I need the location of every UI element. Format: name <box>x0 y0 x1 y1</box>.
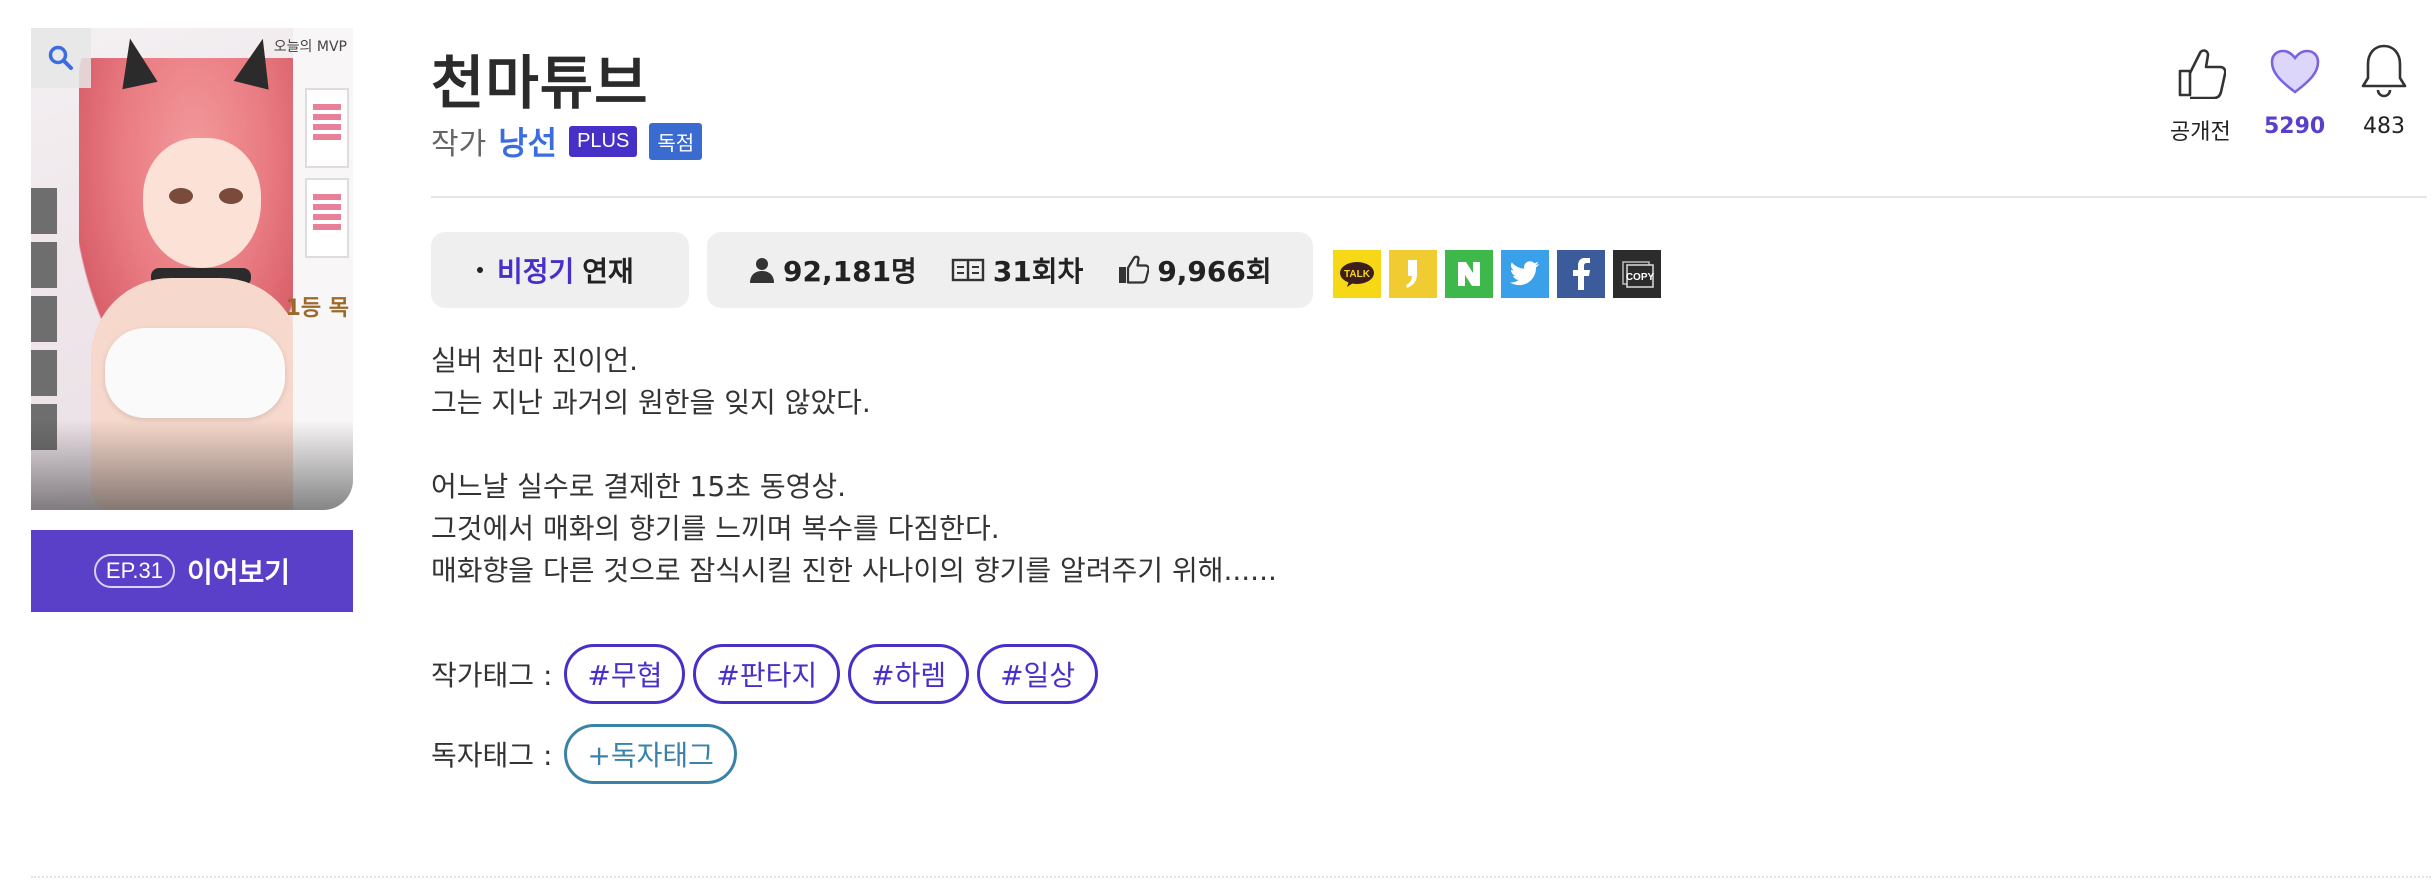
synopsis-line: 매화향을 다른 것으로 잠식시킬 진한 사나이의 향기를 알려주기 위해....… <box>431 554 1277 587</box>
episode-badge: EP.31 <box>93 554 176 588</box>
cover-poster <box>305 178 349 258</box>
cover-eye-right <box>219 188 243 204</box>
facebook-icon <box>1573 258 1590 290</box>
cover-rank-text: 1등 목 <box>285 296 349 321</box>
notify-action[interactable]: 483 <box>2356 40 2412 139</box>
exclusive-badge: 독점 <box>649 122 703 160</box>
tag-fantasy[interactable]: #판타지 <box>693 644 841 704</box>
continue-reading-button[interactable]: EP.31 이어보기 <box>31 530 353 612</box>
views-count: 92,181명 <box>783 255 917 288</box>
bell-icon[interactable] <box>2356 40 2412 104</box>
kakaotalk-icon: TALK <box>1340 262 1374 287</box>
cover-top <box>105 328 285 418</box>
book-icon <box>951 258 985 282</box>
author-tags-label: 작가태그 : <box>431 659 553 692</box>
share-facebook-button[interactable] <box>1557 250 1605 298</box>
add-reader-tag-button[interactable]: +독자태그 <box>564 724 737 784</box>
copy-icon: COPY <box>1622 261 1655 288</box>
cover-panel <box>31 350 57 396</box>
cover-face <box>143 138 261 268</box>
page-title: 천마튜브 <box>431 49 649 117</box>
tag-martial-arts[interactable]: #무협 <box>564 644 686 704</box>
favorite-action[interactable]: 5290 <box>2264 40 2325 139</box>
heart-icon[interactable] <box>2267 40 2323 104</box>
thumbs-up-icon <box>1119 255 1150 284</box>
tag-harem[interactable]: #하렘 <box>848 644 970 704</box>
search-icon <box>48 45 73 70</box>
reader-tags-label: 독자태그 : <box>431 739 553 772</box>
share-copy-button[interactable]: COPY <box>1613 250 1661 298</box>
cover-poster <box>305 88 349 168</box>
cover-panel <box>31 188 57 234</box>
share-naver-button[interactable] <box>1445 250 1493 298</box>
recommend-stat: 9,966회 <box>1117 250 1272 290</box>
cover-corner-text: 오늘의 MVP <box>273 39 347 55</box>
like-status: 공개전 <box>2170 120 2231 145</box>
notify-count: 483 <box>2363 114 2405 139</box>
synopsis-line: 실버 천마 진이언. <box>431 344 639 377</box>
synopsis-line: 그는 지난 과거의 원한을 잊지 않았다. <box>431 386 871 419</box>
synopsis-line <box>431 424 1831 466</box>
share-bar: TALK COPY <box>1333 250 1661 298</box>
continue-label: 이어보기 <box>187 556 291 589</box>
favorite-count: 5290 <box>2264 114 2326 139</box>
cover-eye-left <box>169 188 193 204</box>
author-prefix: 작가 <box>431 127 487 162</box>
episodes-stat: 31회차 <box>951 250 1084 290</box>
author-row: 작가 낭선 PLUS 독점 <box>431 118 703 164</box>
header-divider <box>431 196 2427 198</box>
share-twitter-button[interactable] <box>1501 250 1549 298</box>
synopsis-line: 어느날 실수로 결제한 15초 동영상. <box>431 470 847 503</box>
like-action[interactable]: 공개전 <box>2170 40 2231 146</box>
zoom-search-button[interactable] <box>31 28 91 88</box>
synopsis: 실버 천마 진이언. 그는 지난 과거의 원한을 잊지 않았다. 어느날 실수로… <box>431 340 1831 592</box>
section-divider <box>31 876 2431 878</box>
person-icon <box>750 258 774 283</box>
share-kakaostory-button[interactable] <box>1389 250 1437 298</box>
stats-pill: 92,181명 31회차 9,966회 <box>707 232 1313 308</box>
cover-chair <box>31 420 353 510</box>
views-stat: 92,181명 <box>749 250 917 290</box>
bullet-dot <box>477 267 483 273</box>
cover-image[interactable]: 오늘의 MVP 1등 목 <box>31 28 353 510</box>
thumbs-up-icon[interactable] <box>2172 40 2228 104</box>
episodes-count: 31회차 <box>992 255 1084 288</box>
synopsis-line: 그것에서 매화의 향기를 느끼며 복수를 다짐한다. <box>431 512 1000 545</box>
schedule-pill: 비정기 연재 <box>431 232 689 308</box>
cover-panel <box>31 296 57 342</box>
recommend-count: 9,966회 <box>1157 255 1272 288</box>
cover-panel <box>31 242 57 288</box>
kakaotalk-label: TALK <box>1344 269 1371 280</box>
author-link[interactable]: 낭선 <box>498 118 557 164</box>
twitter-icon <box>1509 261 1539 286</box>
share-kakaotalk-button[interactable]: TALK <box>1333 250 1381 298</box>
naver-icon <box>1458 262 1480 286</box>
plus-badge: PLUS <box>569 125 638 157</box>
serial-status: 연재 <box>582 255 634 288</box>
tag-daily-life[interactable]: #일상 <box>977 644 1099 704</box>
author-tags-row: 작가태그 : #무협 #판타지 #하렘 #일상 <box>431 644 1099 704</box>
schedule-type: 비정기 <box>497 255 575 288</box>
kakaostory-icon <box>1406 260 1417 288</box>
reader-tags-row: 독자태그 : +독자태그 <box>431 724 737 784</box>
copy-label: COPY <box>1626 272 1655 283</box>
